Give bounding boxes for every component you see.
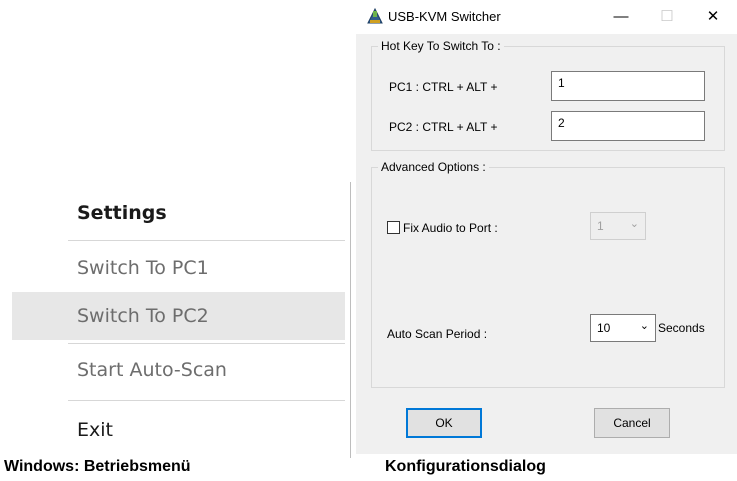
menu-item-exit[interactable]: Exit: [12, 406, 345, 454]
fix-audio-label[interactable]: Fix Audio to Port :: [403, 221, 498, 235]
menu-item-label: Switch To PC1: [77, 257, 209, 279]
menu-item-switch-pc2[interactable]: Switch To PC2: [12, 292, 345, 340]
advanced-group-legend: Advanced Options :: [378, 160, 489, 174]
audio-port-select: 1 ⌄: [590, 212, 646, 240]
menu-item-label: Start Auto-Scan: [77, 359, 227, 381]
auto-scan-label: Auto Scan Period :: [387, 327, 488, 341]
cancel-button[interactable]: Cancel: [594, 408, 670, 438]
ok-button[interactable]: OK: [406, 408, 482, 438]
menu-item-switch-pc1[interactable]: Switch To PC1: [12, 244, 345, 292]
pc1-hotkey-label: PC1 : CTRL + ALT +: [389, 80, 498, 94]
config-dialog: USB-KVM Switcher — ☐ ✕ Hot Key To Switch…: [356, 0, 737, 454]
pc2-hotkey-input[interactable]: 2: [551, 111, 705, 141]
pc1-hotkey-input[interactable]: 1: [551, 71, 705, 101]
close-icon[interactable]: ✕: [690, 0, 736, 34]
menu-separator: [68, 240, 345, 241]
usb-kvm-app-icon: [367, 7, 383, 24]
maximize-icon: ☐: [660, 8, 674, 25]
tray-context-menu: Settings Switch To PC1 Switch To PC2 Sta…: [0, 182, 351, 458]
caption-left: Windows: Betriebsmenü: [4, 458, 191, 475]
minimize-icon[interactable]: —: [598, 0, 644, 34]
caption-right: Konfigurationsdialog: [385, 458, 546, 475]
dialog-titlebar[interactable]: USB-KVM Switcher — ☐ ✕: [356, 0, 737, 34]
menu-title-settings[interactable]: Settings: [12, 189, 345, 237]
auto-scan-period-value: 10: [597, 321, 611, 335]
menu-item-start-auto-scan[interactable]: Start Auto-Scan: [12, 346, 345, 394]
menu-separator: [68, 343, 345, 344]
advanced-group: Advanced Options :: [371, 160, 725, 388]
audio-port-value: 1: [597, 219, 604, 233]
pc2-hotkey-label: PC2 : CTRL + ALT +: [389, 120, 498, 134]
menu-item-label: Exit: [77, 419, 113, 441]
auto-scan-unit: Seconds: [658, 321, 705, 335]
menu-item-label: Switch To PC2: [77, 305, 209, 327]
hotkey-group-legend: Hot Key To Switch To :: [378, 39, 504, 53]
fix-audio-checkbox[interactable]: [387, 221, 400, 234]
menu-title-label: Settings: [77, 202, 167, 224]
chevron-down-icon: ⌄: [629, 218, 639, 230]
auto-scan-period-select[interactable]: 10 ⌄: [590, 314, 656, 342]
menu-separator: [68, 400, 345, 401]
chevron-down-icon: ⌄: [639, 320, 649, 332]
dialog-title: USB-KVM Switcher: [388, 9, 501, 24]
